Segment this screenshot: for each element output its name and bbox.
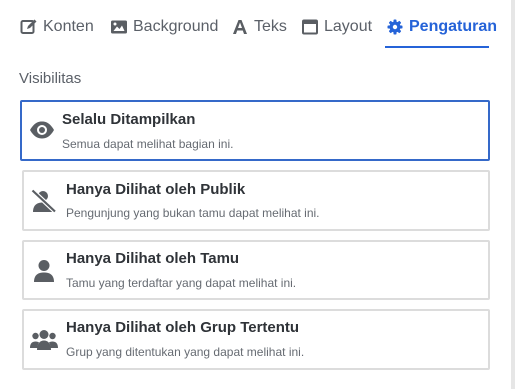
option-guest-only[interactable]: Hanya Dilihat oleh Tamu Tamu yang terdaf… (22, 240, 490, 300)
active-tab-indicator (385, 46, 489, 48)
eye-icon (28, 116, 56, 144)
option-description: Semua dapat melihat bagian ini. (62, 137, 234, 151)
tab-label: Pengaturan (409, 18, 498, 35)
option-title: Hanya Dilihat oleh Grup Tertentu (66, 319, 300, 336)
user-icon (30, 257, 58, 285)
visibility-label: Visibilitas (19, 70, 82, 87)
tab-konten[interactable]: Konten (20, 15, 94, 39)
edit-icon (20, 18, 38, 36)
scrollbar[interactable] (511, 0, 515, 389)
option-public-only[interactable]: Hanya Dilihat oleh Publik Pengunjung yan… (22, 170, 490, 231)
tab-label: Teks (254, 18, 287, 35)
font-icon (231, 18, 249, 36)
option-group-only[interactable]: Hanya Dilihat oleh Grup Tertentu Grup ya… (22, 309, 490, 370)
tab-teks[interactable]: Teks (231, 15, 287, 39)
window-icon (301, 18, 319, 36)
option-description: Pengunjung yang bukan tamu dapat melihat… (66, 206, 320, 220)
tab-label: Layout (324, 18, 373, 35)
image-icon (110, 18, 128, 36)
option-description: Grup yang ditentukan yang dapat melihat … (66, 345, 305, 359)
tab-bar: Konten Background Teks Layout Pengaturan (0, 0, 515, 52)
gear-icon (386, 18, 404, 36)
option-title: Hanya Dilihat oleh Publik (66, 181, 246, 198)
tab-pengaturan[interactable]: Pengaturan (386, 15, 497, 39)
tab-label: Konten (43, 18, 94, 35)
users-icon (30, 326, 58, 354)
option-description: Tamu yang terdaftar yang dapat melihat i… (66, 276, 297, 290)
user-slash-icon (30, 187, 58, 215)
tab-background[interactable]: Background (110, 15, 218, 39)
tab-label: Background (133, 18, 219, 35)
option-title: Selalu Ditampilkan (62, 111, 196, 128)
tab-layout[interactable]: Layout (301, 15, 372, 39)
option-always-visible[interactable]: Selalu Ditampilkan Semua dapat melihat b… (20, 100, 490, 161)
option-title: Hanya Dilihat oleh Tamu (66, 250, 240, 267)
